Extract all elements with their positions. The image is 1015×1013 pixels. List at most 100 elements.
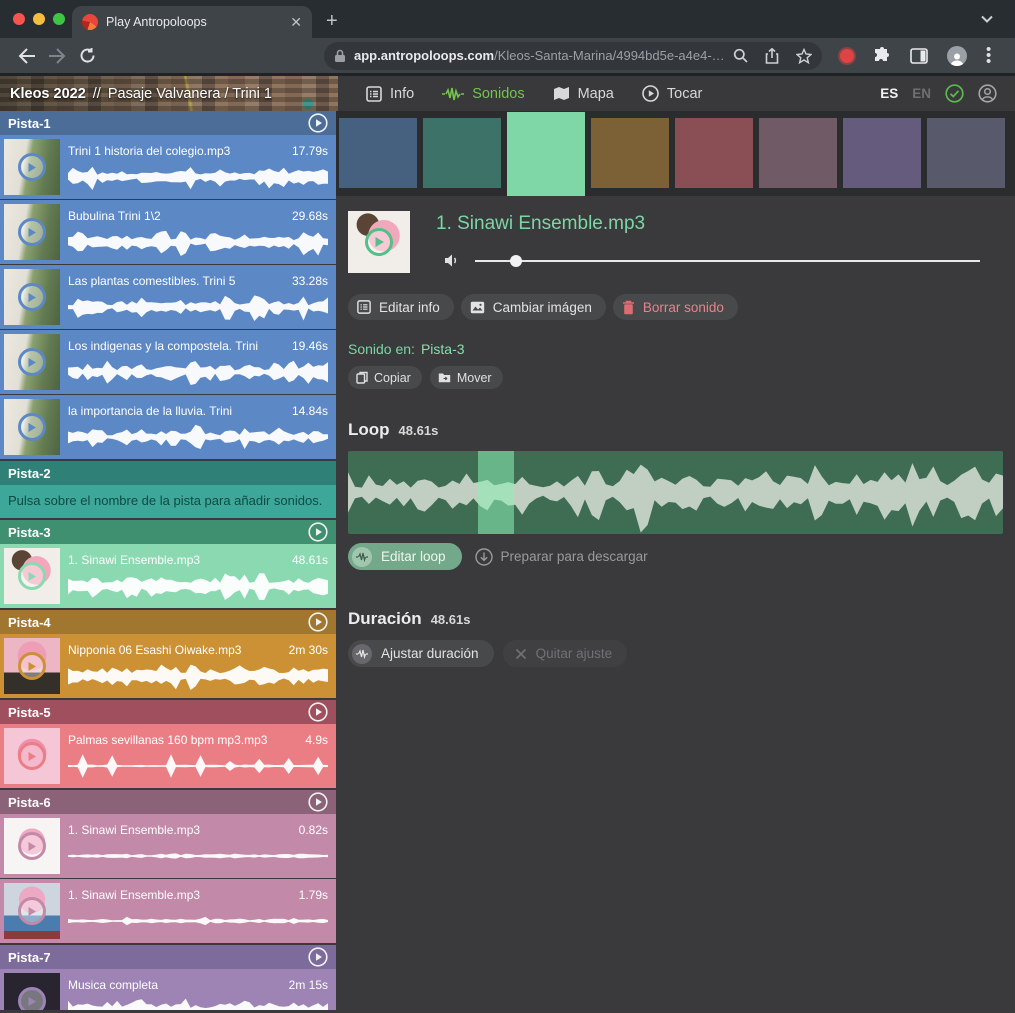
track-play-button[interactable] bbox=[308, 792, 328, 812]
track-header[interactable]: Pista-5 bbox=[0, 700, 336, 724]
breadcrumb-project[interactable]: Kleos 2022 bbox=[10, 86, 86, 102]
clip-play-button[interactable] bbox=[18, 348, 46, 376]
sound-in-track-link[interactable]: Pista-3 bbox=[421, 341, 465, 357]
clip-play-button[interactable] bbox=[18, 218, 46, 246]
share-icon[interactable] bbox=[765, 48, 779, 64]
clip-row[interactable]: Las plantas comestibles. Trini 533.28s bbox=[0, 265, 336, 329]
track-swatch[interactable] bbox=[843, 118, 921, 188]
track-header[interactable]: Pista-3 bbox=[0, 520, 336, 544]
move-button[interactable]: Mover bbox=[430, 366, 503, 389]
track-swatch[interactable] bbox=[591, 118, 669, 188]
tab-close-icon[interactable]: ✕ bbox=[290, 15, 302, 29]
clip-thumbnail[interactable] bbox=[4, 883, 60, 939]
clip-thumbnail[interactable] bbox=[4, 548, 60, 604]
clip-play-button[interactable] bbox=[18, 413, 46, 441]
clip-thumbnail[interactable] bbox=[4, 399, 60, 455]
minimize-window-button[interactable] bbox=[33, 13, 45, 25]
clip-play-button[interactable] bbox=[18, 283, 46, 311]
clip-thumbnail[interactable] bbox=[4, 638, 60, 694]
nav-sonidos[interactable]: Sonidos bbox=[428, 76, 538, 111]
track-swatch[interactable] bbox=[423, 118, 501, 188]
clip-title[interactable]: Musica completa bbox=[68, 978, 158, 992]
sound-play-button[interactable] bbox=[365, 228, 393, 256]
loop-selection-band[interactable] bbox=[478, 451, 515, 534]
adjust-duration-button[interactable]: Ajustar duración bbox=[348, 640, 494, 667]
track-header[interactable]: Pista-7 bbox=[0, 945, 336, 969]
profile-avatar[interactable] bbox=[947, 46, 967, 66]
clip-title[interactable]: 1. Sinawi Ensemble.mp3 bbox=[68, 823, 200, 837]
volume-icon[interactable] bbox=[444, 253, 461, 268]
clip-title[interactable]: Los indigenas y la compostela. Trini bbox=[68, 339, 258, 353]
clip-thumbnail[interactable] bbox=[4, 269, 60, 325]
sound-image-thumbnail[interactable] bbox=[348, 211, 410, 273]
track-name[interactable]: Pista-3 bbox=[8, 525, 308, 540]
clip-title[interactable]: Bubulina Trini 1\2 bbox=[68, 209, 161, 223]
clip-play-button[interactable] bbox=[18, 742, 46, 770]
track-header[interactable]: Pista-6 bbox=[0, 790, 336, 814]
clip-row[interactable]: 1. Sinawi Ensemble.mp31.79s bbox=[0, 879, 336, 943]
track-play-button[interactable] bbox=[308, 522, 328, 542]
clip-play-button[interactable] bbox=[18, 652, 46, 680]
clip-play-button[interactable] bbox=[18, 987, 46, 1010]
address-bar[interactable]: app.antropoloops.com /Kleos-Santa-Marina… bbox=[324, 42, 822, 70]
clip-row[interactable]: Los indigenas y la compostela. Trini19.4… bbox=[0, 330, 336, 394]
clip-thumbnail[interactable] bbox=[4, 139, 60, 195]
edit-info-button[interactable]: Editar info bbox=[348, 294, 454, 320]
track-name[interactable]: Pista-6 bbox=[8, 795, 308, 810]
forward-button[interactable] bbox=[42, 48, 72, 64]
clip-row[interactable]: Musica completa2m 15s bbox=[0, 969, 336, 1010]
breadcrumb-path[interactable]: Pasaje Valvanera / Trini 1 bbox=[108, 86, 272, 102]
track-swatch[interactable] bbox=[675, 118, 753, 188]
change-image-button[interactable]: Cambiar imágen bbox=[461, 294, 606, 320]
track-play-button[interactable] bbox=[308, 113, 328, 133]
clip-title[interactable]: Nipponia 06 Esashi Oiwake.mp3 bbox=[68, 643, 241, 657]
track-swatch[interactable] bbox=[927, 118, 1005, 188]
clip-title[interactable]: la importancia de la lluvia. Trini bbox=[68, 404, 232, 418]
clip-row[interactable]: 1. Sinawi Ensemble.mp30.82s bbox=[0, 814, 336, 878]
clip-row[interactable]: Bubulina Trini 1\229.68s bbox=[0, 200, 336, 264]
clip-row[interactable]: Palmas sevillanas 160 bpm mp3.mp34.9s bbox=[0, 724, 336, 788]
track-play-button[interactable] bbox=[308, 612, 328, 632]
clip-play-button[interactable] bbox=[18, 897, 46, 925]
edit-loop-button[interactable]: Editar loop bbox=[348, 543, 462, 570]
track-name[interactable]: Pista-4 bbox=[8, 615, 308, 630]
extensions-puzzle-icon[interactable] bbox=[873, 47, 891, 65]
side-panel-icon[interactable] bbox=[910, 47, 928, 65]
clip-thumbnail[interactable] bbox=[4, 204, 60, 260]
bookmark-star-icon[interactable] bbox=[796, 48, 812, 64]
track-play-button[interactable] bbox=[308, 702, 328, 722]
nav-tocar[interactable]: Tocar bbox=[628, 76, 716, 111]
back-button[interactable] bbox=[12, 48, 42, 64]
new-tab-button[interactable]: + bbox=[326, 10, 338, 32]
clip-row[interactable]: Nipponia 06 Esashi Oiwake.mp32m 30s bbox=[0, 634, 336, 698]
clip-title[interactable]: Las plantas comestibles. Trini 5 bbox=[68, 274, 235, 288]
clip-title[interactable]: Trini 1 historia del colegio.mp3 bbox=[68, 144, 230, 158]
clip-thumbnail[interactable] bbox=[4, 728, 60, 784]
track-name[interactable]: Pista-7 bbox=[8, 950, 308, 965]
track-name[interactable]: Pista-2 bbox=[8, 466, 328, 481]
browser-menu-icon[interactable]: ••• bbox=[986, 47, 991, 65]
track-header[interactable]: Pista-2 bbox=[0, 461, 336, 485]
track-header[interactable]: Pista-1 bbox=[0, 111, 336, 135]
delete-sound-button[interactable]: Borrar sonido bbox=[613, 294, 738, 320]
track-name[interactable]: Pista-5 bbox=[8, 705, 308, 720]
recording-extension-icon[interactable] bbox=[840, 49, 854, 63]
zoom-window-button[interactable] bbox=[53, 13, 65, 25]
clip-play-button[interactable] bbox=[18, 153, 46, 181]
close-window-button[interactable] bbox=[13, 13, 25, 25]
copy-button[interactable]: Copiar bbox=[348, 366, 422, 389]
nav-info[interactable]: Info bbox=[352, 76, 428, 111]
tab-search-chevron-icon[interactable] bbox=[981, 15, 993, 23]
map-breadcrumb[interactable]: Kleos 2022 // Pasaje Valvanera / Trini 1 bbox=[0, 76, 338, 111]
clip-title[interactable]: Palmas sevillanas 160 bpm mp3.mp3 bbox=[68, 733, 267, 747]
clip-title[interactable]: 1. Sinawi Ensemble.mp3 bbox=[68, 888, 200, 902]
clip-row[interactable]: 1. Sinawi Ensemble.mp348.61s bbox=[0, 544, 336, 608]
track-header[interactable]: Pista-4 bbox=[0, 610, 336, 634]
clip-row[interactable]: Trini 1 historia del colegio.mp317.79s bbox=[0, 135, 336, 199]
lang-es-button[interactable]: ES bbox=[880, 86, 898, 101]
track-name[interactable]: Pista-1 bbox=[8, 116, 308, 131]
track-swatch[interactable] bbox=[339, 118, 417, 188]
track-play-button[interactable] bbox=[308, 947, 328, 967]
track-swatch[interactable] bbox=[507, 112, 585, 196]
volume-slider-thumb[interactable] bbox=[510, 255, 522, 267]
